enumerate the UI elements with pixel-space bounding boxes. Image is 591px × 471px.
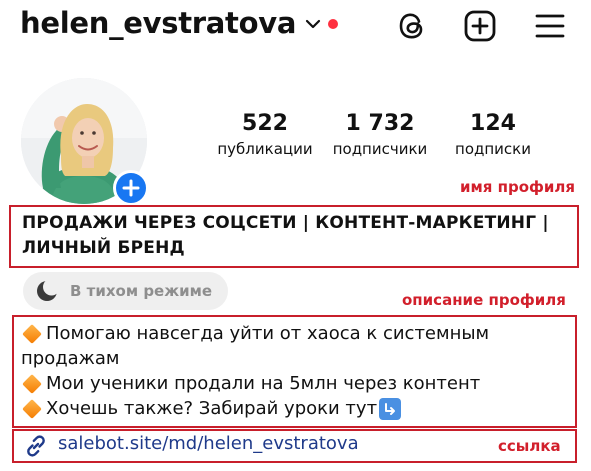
stat-following[interactable]: 124 подписки	[444, 110, 542, 160]
annotation-link-label: ссылка	[498, 437, 561, 455]
link-icon	[27, 435, 45, 457]
bio-line-4: Хочешь также? Забирай уроки тут	[21, 396, 571, 421]
stat-posts-value: 522	[242, 111, 288, 136]
profile-name-line-1: ПРОДАЖИ ЧЕРЕЗ СОЦСЕТИ | КОНТЕНТ-МАРКЕТИН…	[22, 213, 549, 233]
stat-following-value: 124	[470, 111, 516, 136]
orange-diamond-icon	[22, 398, 42, 419]
moon-icon	[37, 279, 59, 301]
threads-icon[interactable]	[394, 8, 430, 44]
profile-name-line-2: ЛИЧНЫЙ БРЕНД	[22, 238, 185, 258]
stat-followers[interactable]: 1 732 подписчики	[326, 110, 434, 160]
profile-username[interactable]: helen_evstratova	[20, 6, 296, 40]
orange-diamond-icon	[22, 323, 42, 344]
stat-posts-label: публикации	[217, 140, 313, 158]
new-post-icon[interactable]	[462, 8, 498, 44]
bio-line-2: продажам	[21, 348, 120, 369]
profile-name: ПРОДАЖИ ЧЕРЕЗ СОЦСЕТИ | КОНТЕНТ-МАРКЕТИН…	[22, 211, 572, 261]
add-story-button[interactable]	[113, 170, 149, 206]
stat-followers-value: 1 732	[345, 111, 415, 136]
orange-diamond-icon	[22, 373, 42, 394]
menu-icon[interactable]	[532, 8, 568, 44]
notification-dot	[328, 19, 338, 29]
stat-followers-label: подписчики	[332, 140, 428, 158]
stat-following-label: подписки	[455, 140, 531, 158]
arrow-down-right-icon	[379, 397, 402, 420]
bio-line-3: Мои ученики продали на 5млн через контен…	[21, 371, 571, 396]
annotation-bio-label: описание профиля	[402, 291, 566, 309]
quiet-mode-label: В тихом режиме	[70, 282, 213, 300]
profile-link[interactable]: salebot.site/md/helen_evstratova	[58, 433, 359, 454]
stat-posts[interactable]: 522 публикации	[212, 110, 318, 160]
plus-icon	[122, 179, 140, 197]
annotation-name-label: имя профиля	[460, 178, 576, 196]
profile-bio: Помогаю навсегда уйти от хаоса к системн…	[21, 321, 571, 421]
chevron-down-icon[interactable]	[305, 18, 321, 30]
bio-line-1: Помогаю навсегда уйти от хаоса к системн…	[21, 321, 571, 346]
